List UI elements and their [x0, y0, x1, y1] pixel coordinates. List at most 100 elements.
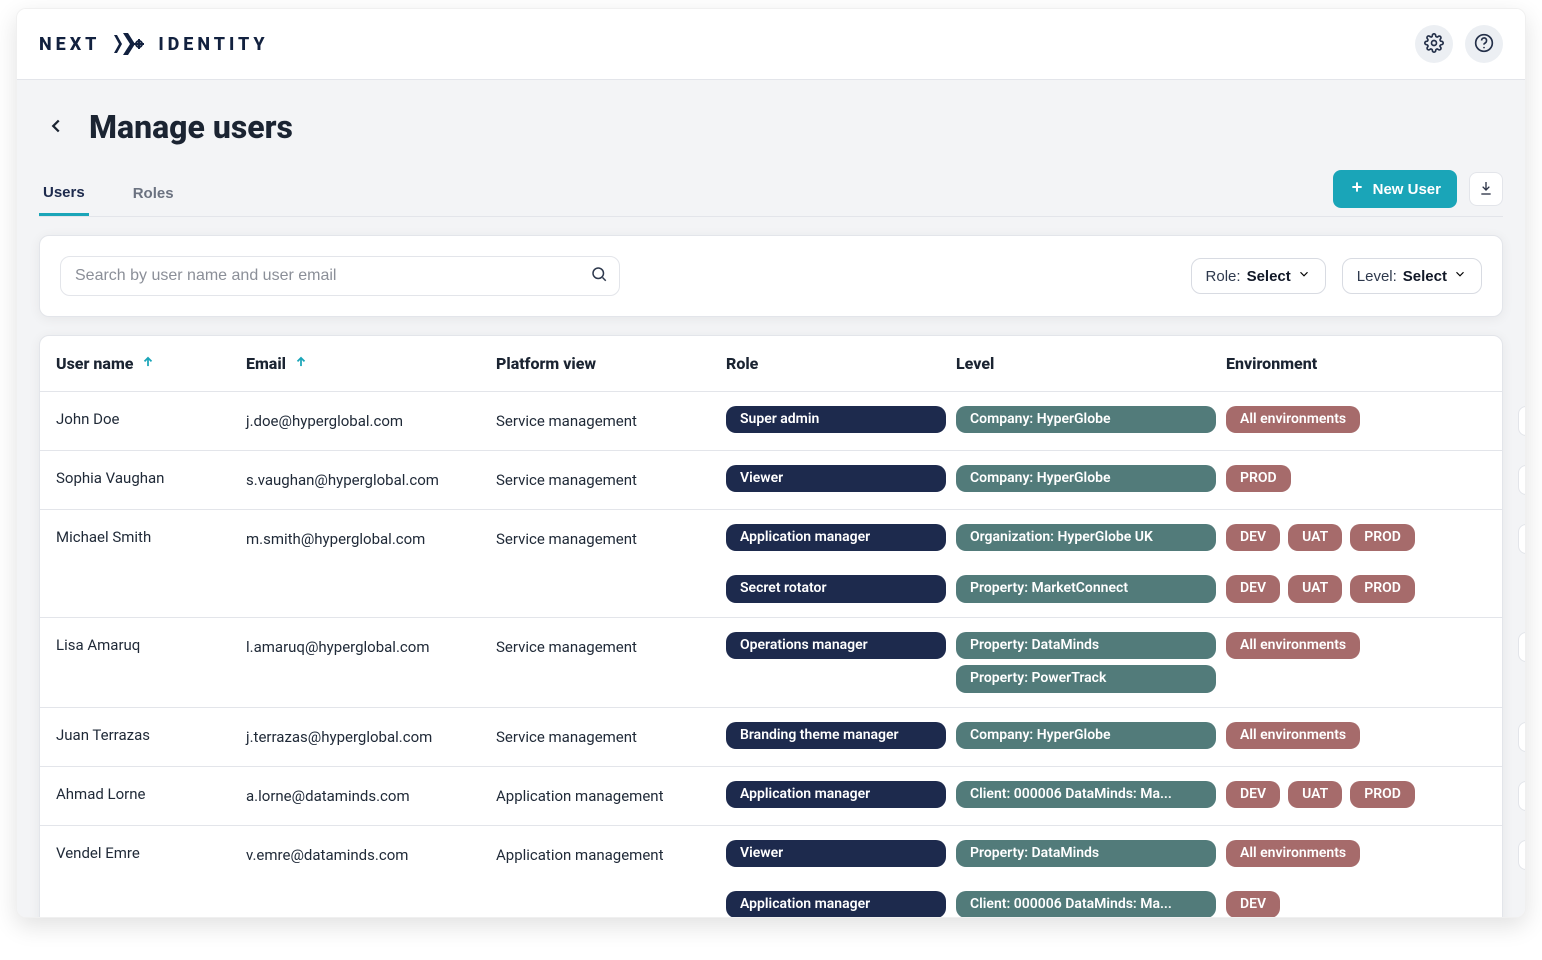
role-pill: Application manager [726, 781, 946, 808]
edit-button[interactable] [1518, 840, 1525, 870]
env-row: All environments [1226, 840, 1476, 867]
th-user-name[interactable]: User name [56, 354, 236, 373]
cell-user-name: John Doe [56, 406, 236, 428]
help-button[interactable] [1465, 25, 1503, 63]
cell-environment: All environments DEV [1226, 840, 1476, 917]
cell-email: j.terrazas@hyperglobal.com [246, 722, 486, 746]
cell-actions [1486, 465, 1525, 495]
table-body: John Doe j.doe@hyperglobal.com Service man… [40, 392, 1502, 917]
env-pill: PROD [1350, 575, 1415, 602]
cell-platform-view: Service management [496, 632, 716, 656]
env-row: PROD [1226, 465, 1476, 492]
cell-role: Viewer Application manager [726, 840, 946, 917]
table-row: Vendel Emrev.emre@dataminds.comApplicati… [40, 826, 1502, 917]
env-pill: PROD [1350, 781, 1415, 808]
table-row: John Doe j.doe@hyperglobal.com Service man… [40, 392, 1502, 451]
role-pill: Branding theme manager [726, 722, 946, 749]
env-pill: UAT [1288, 575, 1342, 602]
env-row: All environments [1226, 632, 1476, 659]
table-row: Ahmad Lornea.lorne@dataminds.comApplicat… [40, 767, 1502, 826]
cell-environment: All environments [1226, 406, 1476, 433]
level-filter[interactable]: Level: Select [1342, 258, 1482, 294]
th-email-label: Email [246, 354, 286, 373]
cell-email: j.doe@hyperglobal.com [246, 406, 486, 430]
th-level[interactable]: Level [956, 354, 1216, 373]
brand-text-2: IDENTITY [158, 34, 268, 55]
level-pill: Property: PowerTrack [956, 665, 1216, 692]
cell-email: m.smith@hyperglobal.com [246, 524, 486, 548]
edit-button[interactable] [1518, 406, 1525, 436]
role-filter[interactable]: Role: Select [1191, 258, 1326, 294]
cell-email: s.vaughan@hyperglobal.com [246, 465, 486, 489]
role-pill: Viewer [726, 840, 946, 867]
role-filter-value: Select [1247, 268, 1291, 285]
cell-environment: All environments [1226, 632, 1476, 659]
search-input[interactable] [60, 256, 620, 296]
level-pill: Client: 000006 DataMinds: Ma... [956, 891, 1216, 917]
content-area: Manage users Users Roles New User [17, 80, 1525, 917]
back-button[interactable] [39, 114, 73, 141]
edit-button[interactable] [1518, 781, 1525, 811]
env-pill: All environments [1226, 406, 1360, 433]
table-row: Michael Smithm.smith@hyperglobal.comServ… [40, 510, 1502, 618]
th-email[interactable]: Email [246, 354, 486, 373]
cell-level: Company: HyperGlobe [956, 465, 1216, 492]
help-icon [1474, 33, 1494, 56]
cell-role: Operations manager [726, 632, 946, 659]
cell-platform-view: Service management [496, 406, 716, 430]
topbar: NEXT IDENTITY [17, 9, 1525, 80]
sort-asc-icon [141, 354, 155, 373]
cell-platform-view: Application management [496, 840, 716, 864]
cell-environment: DEVUATPROD [1226, 781, 1476, 808]
role-pill: Viewer [726, 465, 946, 492]
edit-button[interactable] [1518, 465, 1525, 495]
level-pill: Company: HyperGlobe [956, 722, 1216, 749]
header-actions: New User [1333, 170, 1503, 208]
table-row: Sophia Vaughans.vaughan@hyperglobal.comS… [40, 451, 1502, 510]
new-user-button[interactable]: New User [1333, 170, 1457, 208]
arrow-left-icon [45, 125, 67, 140]
cell-platform-view: Service management [496, 524, 716, 548]
level-filter-label: Level: [1357, 268, 1397, 285]
cell-role: Super admin [726, 406, 946, 433]
cell-user-name: Vendel Emre [56, 840, 236, 862]
settings-button[interactable] [1415, 25, 1453, 63]
th-user-name-label: User name [56, 354, 133, 373]
cell-environment: All environments [1226, 722, 1476, 749]
cell-actions [1486, 524, 1525, 554]
cell-level: Company: HyperGlobe [956, 406, 1216, 433]
th-platform-view[interactable]: Platform view [496, 354, 716, 373]
edit-button[interactable] [1518, 722, 1525, 752]
brand: NEXT IDENTITY [39, 33, 269, 55]
cell-level: Company: HyperGlobe [956, 722, 1216, 749]
role-pill: Application manager [726, 524, 946, 551]
edit-button[interactable] [1518, 524, 1525, 554]
cell-environment: DEVUATPRODDEVUATPROD [1226, 524, 1476, 603]
th-role-label: Role [726, 354, 758, 373]
role-pill: Application manager [726, 891, 946, 917]
brand-logo-icon [114, 33, 144, 55]
env-pill: All environments [1226, 840, 1360, 867]
filter-card: Role: Select Level: Select [39, 235, 1503, 317]
plus-icon [1349, 179, 1365, 199]
tab-roles[interactable]: Roles [129, 172, 178, 215]
gear-icon [1424, 33, 1444, 56]
tab-users[interactable]: Users [39, 172, 89, 216]
edit-button[interactable] [1518, 632, 1525, 662]
cell-email: l.amaruq@hyperglobal.com [246, 632, 486, 656]
env-pill: DEV [1226, 524, 1280, 551]
role-pill: Super admin [726, 406, 946, 433]
env-row: DEV [1226, 891, 1476, 917]
cell-user-name: Sophia Vaughan [56, 465, 236, 487]
th-role[interactable]: Role [726, 354, 946, 373]
export-button[interactable] [1469, 172, 1503, 206]
th-actions: Actions [1486, 354, 1525, 373]
th-environment[interactable]: Environment [1226, 354, 1476, 373]
page-title: Manage users [89, 108, 293, 146]
level-pill: Company: HyperGlobe [956, 406, 1216, 433]
table-row: Lisa Amaruql.amaruq@hyperglobal.comServi… [40, 618, 1502, 708]
app-window: NEXT IDENTITY [16, 8, 1526, 918]
env-pill: All environments [1226, 722, 1360, 749]
new-user-label: New User [1373, 181, 1441, 198]
users-table: User name Email Platform view Role Level [39, 335, 1503, 917]
